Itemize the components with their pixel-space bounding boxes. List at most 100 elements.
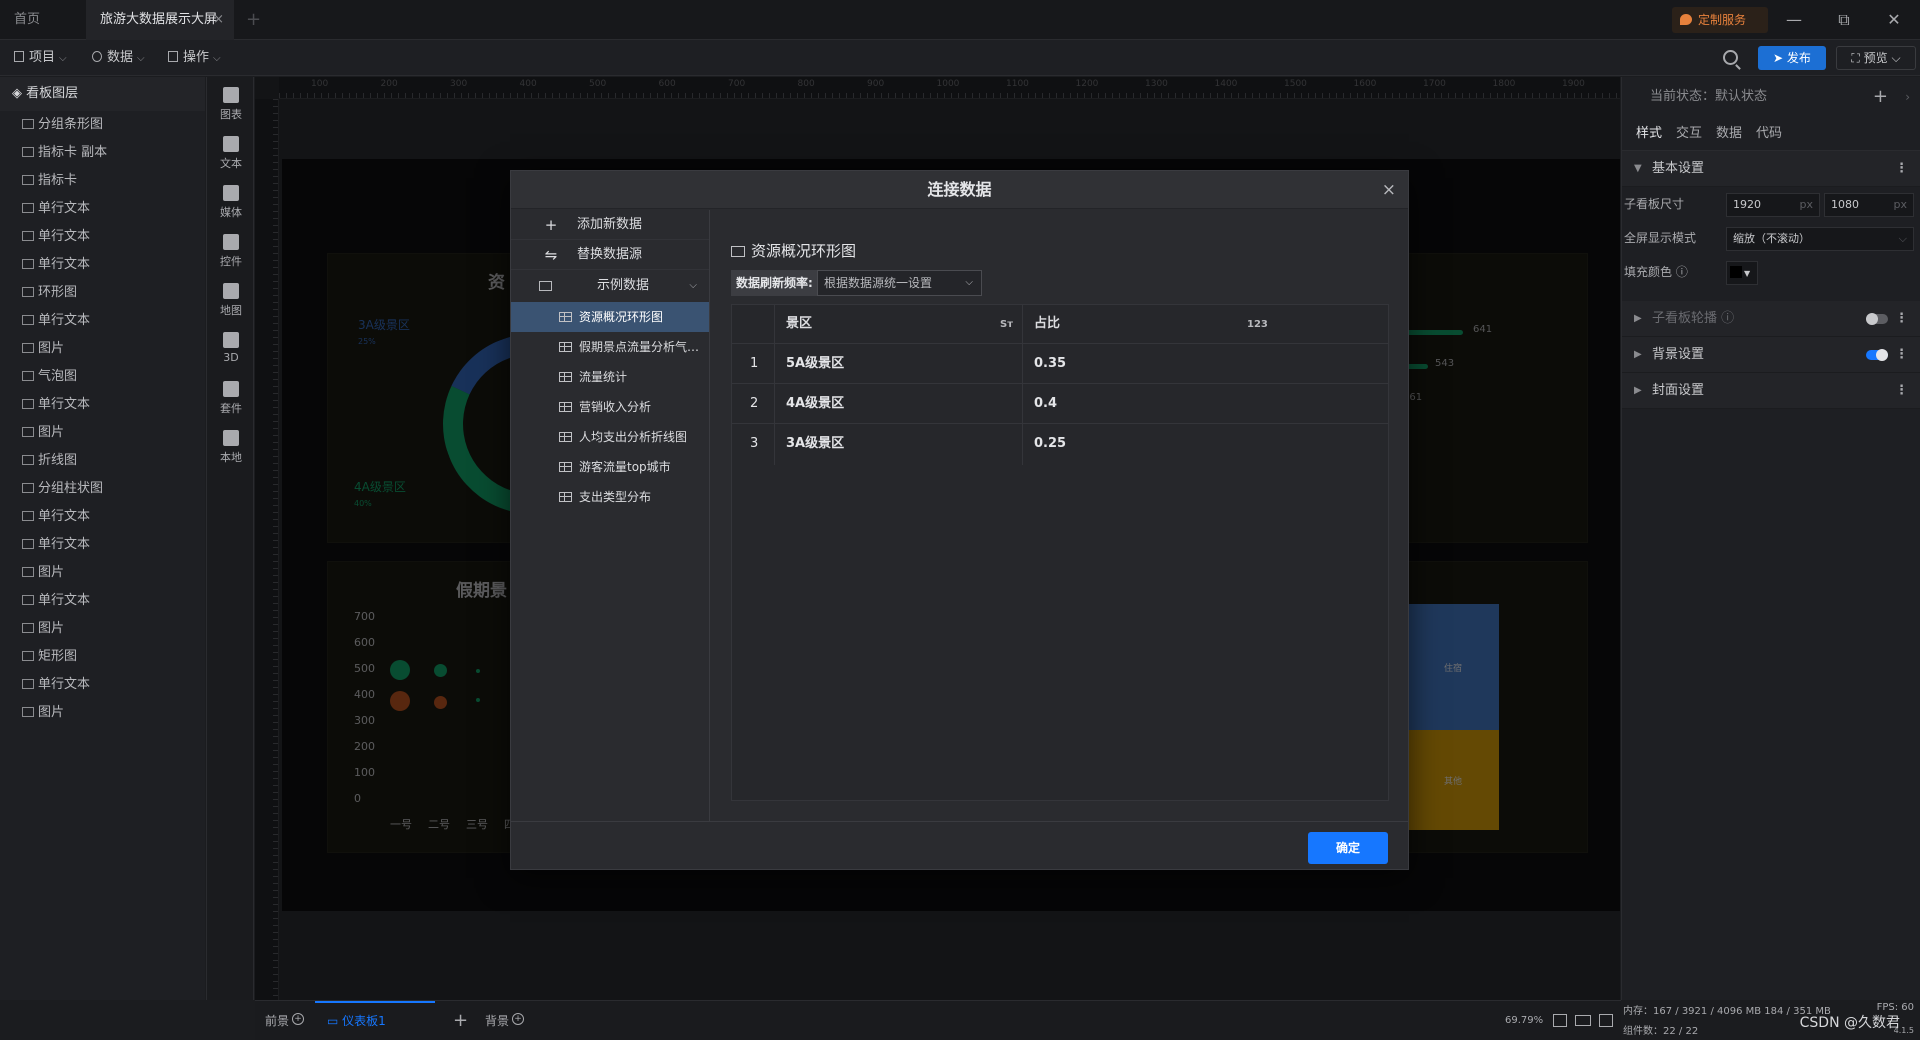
layer-type-icon — [22, 287, 34, 297]
tab-3[interactable]: 代码 — [1756, 117, 1782, 151]
new-tab-icon[interactable]: + — [246, 0, 261, 40]
menu-project[interactable]: 项目 ⌵ — [14, 40, 67, 77]
component-5[interactable]: 3D — [207, 332, 255, 364]
layer-item[interactable]: 气泡图 — [0, 363, 205, 391]
background-toggle[interactable] — [1866, 349, 1888, 361]
section-basic[interactable]: ▼ 基本设置 ⋮ — [1622, 151, 1920, 187]
layer-item[interactable]: 单行文本 — [0, 587, 205, 615]
dataset-item[interactable]: 营销收入分析 — [511, 392, 709, 422]
component-2[interactable]: 媒体 — [207, 185, 255, 220]
dataset-item[interactable]: 资源概况环形图 — [511, 302, 709, 332]
window-close-icon[interactable]: ✕ — [1874, 0, 1914, 40]
menu-operation[interactable]: 操作 ⌵ — [168, 40, 221, 77]
column-header-area[interactable]: 景区 — [786, 305, 812, 343]
cell-ratio[interactable]: 0.25 — [1034, 424, 1066, 464]
tab-2[interactable]: 数据 — [1716, 117, 1742, 151]
layer-item[interactable]: 图片 — [0, 335, 205, 363]
refresh-select[interactable]: 根据数据源统一设置 ⌵ — [817, 270, 982, 296]
terminal-icon[interactable] — [1599, 1014, 1613, 1027]
layer-item[interactable]: 指标卡 — [0, 167, 205, 195]
layer-item[interactable]: 分组条形图 — [0, 111, 205, 139]
component-0[interactable]: 图表 — [207, 87, 255, 122]
custom-service-button[interactable]: 定制服务 — [1672, 7, 1768, 33]
tab-1[interactable]: 交互 — [1676, 117, 1702, 151]
layer-item[interactable]: 图片 — [0, 699, 205, 727]
board-width-input[interactable]: 1920 px — [1726, 193, 1820, 217]
background-tab[interactable]: 背景 + — [485, 1001, 525, 1040]
publish-button[interactable]: ➤ 发布 — [1758, 46, 1826, 70]
tab-home[interactable]: 首页 — [0, 0, 86, 40]
add-state-icon[interactable]: + — [1873, 77, 1888, 117]
layer-item[interactable]: 图片 — [0, 615, 205, 643]
preview-button[interactable]: ⛶ 预览 ⌵ — [1836, 46, 1916, 70]
confirm-button[interactable]: 确定 — [1308, 832, 1388, 864]
layer-item[interactable]: 折线图 — [0, 447, 205, 475]
layer-item[interactable]: 单行文本 — [0, 503, 205, 531]
more-icon[interactable]: ⋮ — [1895, 373, 1908, 409]
add-page-icon[interactable]: + — [453, 1001, 468, 1040]
board-height-input[interactable]: 1080 px — [1824, 193, 1914, 217]
fullscreen-select[interactable]: 缩放（不滚动） ⌵ — [1726, 227, 1914, 251]
layer-item[interactable]: 单行文本 — [0, 195, 205, 223]
foreground-tab[interactable]: 前景 + — [265, 1001, 305, 1040]
layer-item[interactable]: 图片 — [0, 419, 205, 447]
close-icon[interactable]: × — [213, 0, 224, 40]
table-row[interactable]: 2 4A级景区 0.4 — [732, 383, 1388, 423]
add-data-button[interactable]: + 添加新数据 — [511, 210, 709, 240]
section-background[interactable]: ▶ 背景设置 ⋮ — [1622, 337, 1920, 373]
more-icon[interactable]: ⋮ — [1895, 301, 1908, 337]
keyboard-icon[interactable] — [1575, 1015, 1591, 1026]
layer-item[interactable]: 分组柱状图 — [0, 475, 205, 503]
layer-item[interactable]: 环形图 — [0, 279, 205, 307]
dataset-item[interactable]: 流量统计 — [511, 362, 709, 392]
dashboard-tab[interactable]: ▭ 仪表板1 — [315, 1001, 435, 1039]
minimize-icon[interactable]: — — [1774, 0, 1814, 40]
more-icon[interactable]: ⋮ — [1895, 151, 1908, 187]
component-1[interactable]: 文本 — [207, 136, 255, 171]
section-cover[interactable]: ▶ 封面设置 ⋮ — [1622, 373, 1920, 409]
replace-source-button[interactable]: ⇋ 替换数据源 — [511, 240, 709, 270]
component-7[interactable]: 本地 — [207, 430, 255, 465]
layer-item[interactable]: 图片 — [0, 559, 205, 587]
zoom-level[interactable]: 69.79% — [1505, 1001, 1543, 1040]
layer-item[interactable]: 单行文本 — [0, 531, 205, 559]
layer-item[interactable]: 单行文本 — [0, 251, 205, 279]
tab-0[interactable]: 样式 — [1636, 117, 1663, 153]
component-3[interactable]: 控件 — [207, 234, 255, 269]
restore-icon[interactable]: ⧉ — [1824, 0, 1864, 40]
more-icon[interactable]: ⋮ — [1895, 337, 1908, 373]
fit-screen-icon[interactable] — [1553, 1014, 1567, 1027]
cell-ratio[interactable]: 0.35 — [1034, 344, 1066, 384]
layer-item[interactable]: 指标卡 副本 — [0, 139, 205, 167]
cell-area[interactable]: 4A级景区 — [786, 384, 844, 424]
fill-color-picker[interactable]: ▼ — [1726, 261, 1758, 285]
menu-data[interactable]: 数据 ⌵ — [92, 40, 145, 77]
dataset-item[interactable]: 游客流量top城市 — [511, 452, 709, 482]
sample-data-group[interactable]: 示例数据 ⌵ — [511, 270, 709, 302]
dataset-item[interactable]: 假期景点流量分析气泡图 — [511, 332, 709, 362]
carousel-toggle[interactable] — [1866, 313, 1888, 325]
add-circle-icon[interactable]: + — [512, 1013, 525, 1025]
dataset-item[interactable]: 支出类型分布 — [511, 482, 709, 512]
menu-operation-label: 操作 — [183, 50, 210, 65]
chevron-right-icon[interactable]: › — [1905, 77, 1910, 117]
table-row[interactable]: 1 5A级景区 0.35 — [732, 343, 1388, 383]
tab-dashboard[interactable]: 旅游大数据展示大屏 × — [86, 0, 234, 40]
layer-item[interactable]: 单行文本 — [0, 223, 205, 251]
layer-item[interactable]: 单行文本 — [0, 671, 205, 699]
table-row[interactable]: 3 3A级景区 0.25 — [732, 423, 1388, 463]
section-carousel[interactable]: ▶ 子看板轮播 ⓘ ⋮ — [1622, 301, 1920, 337]
search-icon[interactable] — [1723, 50, 1738, 65]
column-header-ratio[interactable]: 占比 — [1034, 305, 1060, 343]
layer-item[interactable]: 单行文本 — [0, 391, 205, 419]
dataset-item[interactable]: 人均支出分析折线图 — [511, 422, 709, 452]
modal-close-icon[interactable]: × — [1382, 171, 1396, 209]
add-circle-icon[interactable]: + — [292, 1013, 305, 1025]
component-6[interactable]: 套件 — [207, 381, 255, 416]
cell-area[interactable]: 5A级景区 — [786, 344, 844, 384]
layer-item[interactable]: 单行文本 — [0, 307, 205, 335]
component-4[interactable]: 地图 — [207, 283, 255, 318]
layer-item[interactable]: 矩形图 — [0, 643, 205, 671]
cell-area[interactable]: 3A级景区 — [786, 424, 844, 464]
cell-ratio[interactable]: 0.4 — [1034, 384, 1057, 424]
